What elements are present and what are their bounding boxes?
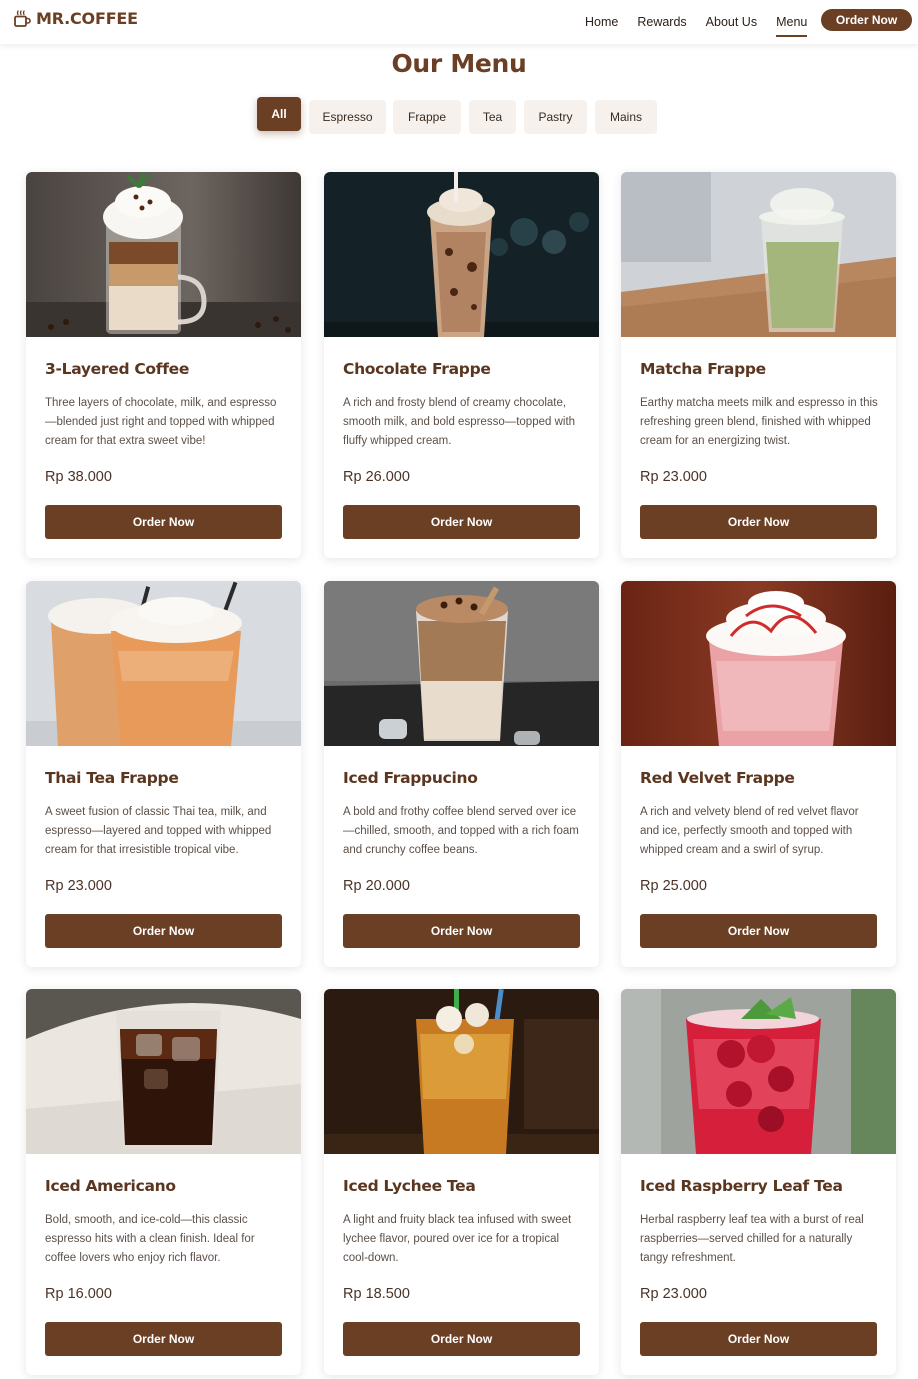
product-price: Rp 23.000 bbox=[640, 1286, 707, 1302]
order-now-button[interactable]: Order Now bbox=[45, 1322, 282, 1356]
product-name: Matcha Frappe bbox=[640, 360, 766, 378]
product-name: Iced Frappucino bbox=[343, 769, 478, 787]
product-price: Rp 18.500 bbox=[343, 1286, 410, 1302]
menu-card: Chocolate Frappe A rich and frosty blend… bbox=[324, 172, 599, 558]
nav-link-menu[interactable]: Menu bbox=[776, 15, 808, 37]
product-description: A light and fruity black tea infused wit… bbox=[343, 1214, 572, 1264]
menu-card: 3-Layered Coffee Three layers of chocola… bbox=[26, 172, 301, 558]
top-navbar: MR.COFFEE Home Rewards About Us Menu Ord… bbox=[0, 0, 918, 44]
product-price: Rp 23.000 bbox=[640, 469, 707, 485]
product-description: A rich and velvety blend of red velvet f… bbox=[640, 806, 859, 856]
product-name: Thai Tea Frappe bbox=[45, 769, 179, 787]
product-image bbox=[621, 989, 896, 1154]
product-price: Rp 26.000 bbox=[343, 469, 410, 485]
coffee-cup-icon bbox=[13, 9, 31, 28]
order-now-button[interactable]: Order Now bbox=[343, 914, 580, 948]
filter-espresso[interactable]: Espresso bbox=[309, 100, 386, 134]
product-description: A bold and frothy coffee blend served ov… bbox=[343, 806, 579, 856]
menu-card: Matcha Frappe Earthy matcha meets milk a… bbox=[621, 172, 896, 558]
filter-all[interactable]: All bbox=[257, 97, 301, 131]
menu-card: Red Velvet Frappe A rich and velvety ble… bbox=[621, 581, 896, 967]
product-price: Rp 38.000 bbox=[45, 469, 112, 485]
filter-frappe[interactable]: Frappe bbox=[393, 100, 461, 134]
filter-pastry[interactable]: Pastry bbox=[524, 100, 587, 134]
product-description: Earthy matcha meets milk and espresso in… bbox=[640, 397, 878, 447]
filter-tea[interactable]: Tea bbox=[469, 100, 516, 134]
product-description: A rich and frosty blend of creamy chocol… bbox=[343, 397, 576, 447]
order-now-button[interactable]: Order Now bbox=[343, 1322, 580, 1356]
menu-card: Iced Frappucino A bold and frothy coffee… bbox=[324, 581, 599, 967]
order-now-button[interactable]: Order Now bbox=[640, 1322, 877, 1356]
product-price: Rp 16.000 bbox=[45, 1286, 112, 1302]
brand-name: MR.COFFEE bbox=[36, 9, 138, 28]
main-nav: Home Rewards About Us Menu bbox=[585, 0, 826, 44]
nav-link-about-us[interactable]: About Us bbox=[706, 15, 757, 29]
product-price: Rp 23.000 bbox=[45, 878, 112, 894]
product-image bbox=[324, 989, 599, 1154]
product-image bbox=[26, 581, 301, 746]
nav-link-home[interactable]: Home bbox=[585, 15, 618, 29]
brand-logo[interactable]: MR.COFFEE bbox=[13, 9, 138, 28]
category-filter-bar: All Espresso Frappe Tea Pastry Mains bbox=[0, 97, 918, 134]
product-image bbox=[621, 172, 896, 337]
product-image bbox=[26, 989, 301, 1154]
order-now-button[interactable]: Order Now bbox=[45, 914, 282, 948]
product-name: Iced Raspberry Leaf Tea bbox=[640, 1177, 843, 1195]
product-image bbox=[324, 581, 599, 746]
product-image bbox=[324, 172, 599, 337]
product-name: Red Velvet Frappe bbox=[640, 769, 795, 787]
product-description: Bold, smooth, and ice-cold—this classic … bbox=[45, 1214, 255, 1264]
nav-link-rewards[interactable]: Rewards bbox=[637, 15, 686, 29]
product-name: 3-Layered Coffee bbox=[45, 360, 190, 378]
product-image bbox=[621, 581, 896, 746]
product-name: Iced Lychee Tea bbox=[343, 1177, 476, 1195]
order-now-button[interactable]: Order Now bbox=[343, 505, 580, 539]
filter-mains[interactable]: Mains bbox=[595, 100, 657, 134]
product-price: Rp 25.000 bbox=[640, 878, 707, 894]
order-now-button[interactable]: Order Now bbox=[45, 505, 282, 539]
product-price: Rp 20.000 bbox=[343, 878, 410, 894]
menu-card: Iced Lychee Tea A light and fruity black… bbox=[324, 989, 599, 1375]
product-name: Iced Americano bbox=[45, 1177, 176, 1195]
menu-card: Thai Tea Frappe A sweet fusion of classi… bbox=[26, 581, 301, 967]
product-description: Three layers of chocolate, milk, and esp… bbox=[45, 397, 277, 447]
menu-card: Iced Americano Bold, smooth, and ice-col… bbox=[26, 989, 301, 1375]
header-order-now-button[interactable]: Order Now bbox=[821, 9, 912, 31]
page-title: Our Menu bbox=[391, 49, 527, 78]
product-description: A sweet fusion of classic Thai tea, milk… bbox=[45, 806, 272, 856]
menu-card: Iced Raspberry Leaf Tea Herbal raspberry… bbox=[621, 989, 896, 1375]
product-name: Chocolate Frappe bbox=[343, 360, 491, 378]
product-image bbox=[26, 172, 301, 337]
order-now-button[interactable]: Order Now bbox=[640, 505, 877, 539]
product-description: Herbal raspberry leaf tea with a burst o… bbox=[640, 1214, 864, 1264]
order-now-button[interactable]: Order Now bbox=[640, 914, 877, 948]
